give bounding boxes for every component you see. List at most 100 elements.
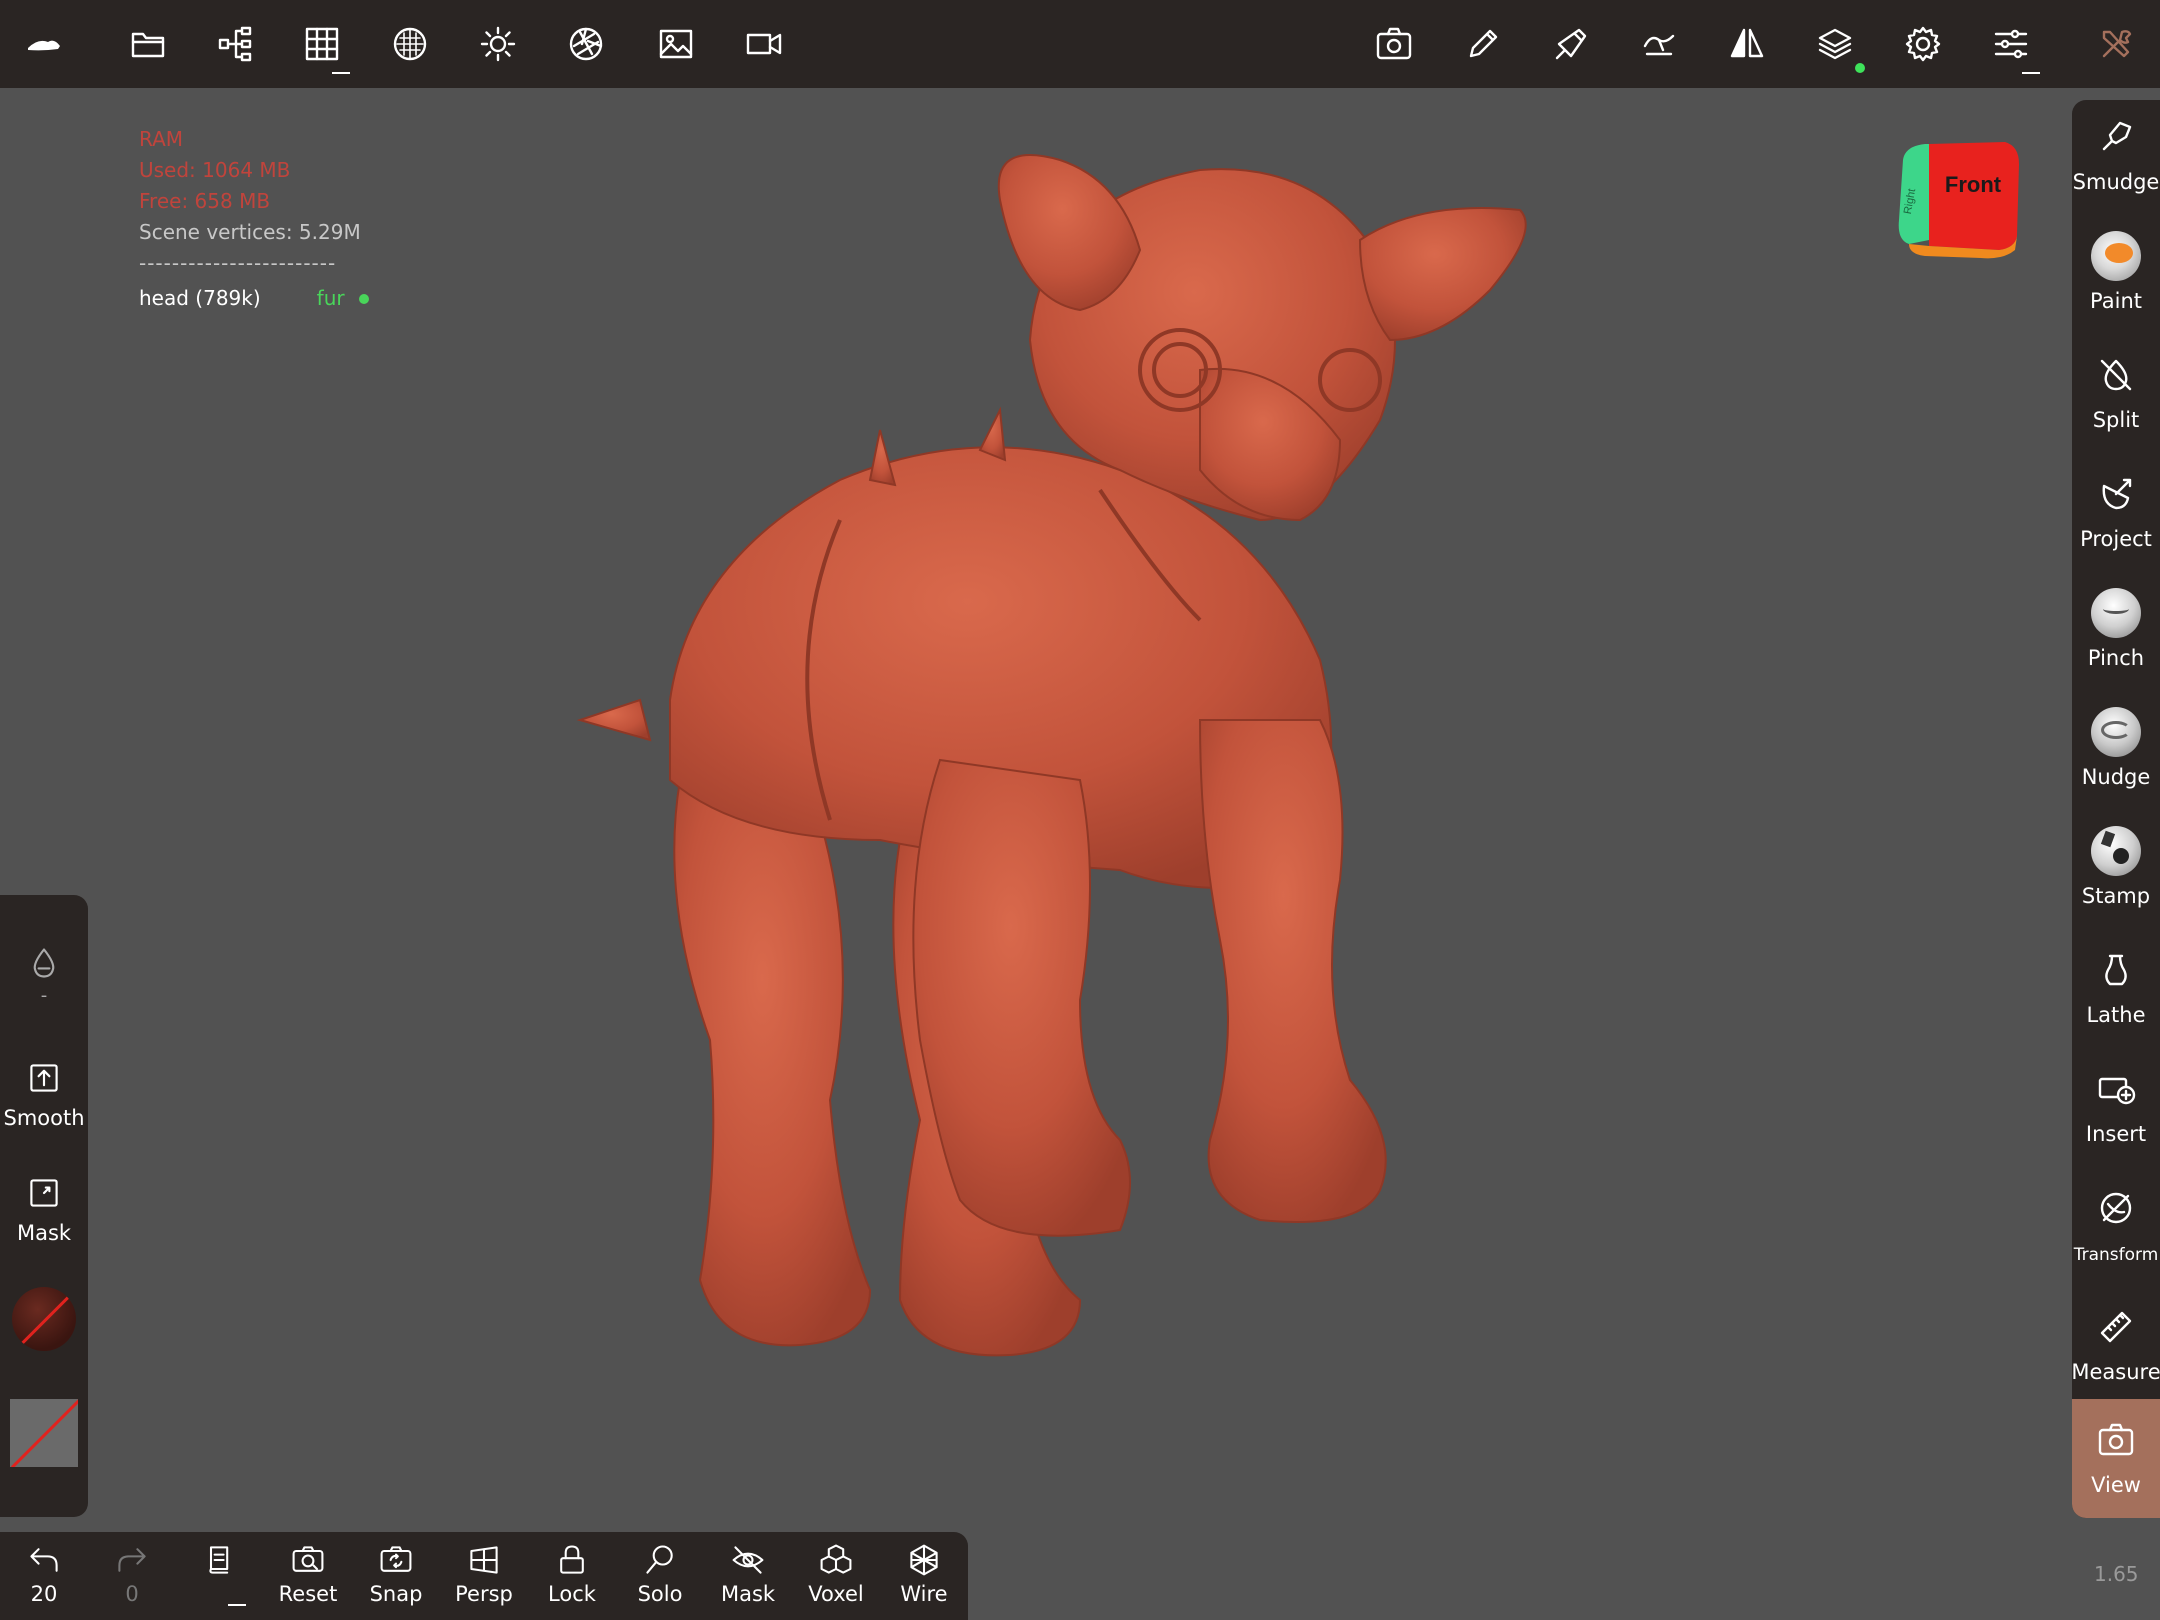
- app-logo-icon[interactable]: [20, 20, 68, 68]
- sphere-icon[interactable]: [386, 20, 434, 68]
- mask-icon: [30, 1179, 58, 1207]
- material-swatch[interactable]: [12, 1287, 76, 1351]
- tool-label: Transform: [2073, 1245, 2159, 1265]
- lock-button[interactable]: Lock: [532, 1542, 612, 1614]
- sculpt-model[interactable]: [560, 140, 1610, 1470]
- view-cube-front-label: Front: [1945, 172, 2002, 197]
- top-toolbar: [0, 0, 2160, 88]
- redo-icon: [118, 1548, 146, 1572]
- tool-project[interactable]: Project: [2072, 457, 2160, 576]
- redo-button[interactable]: 0: [92, 1542, 172, 1614]
- smooth-button[interactable]: Smooth: [0, 1060, 88, 1130]
- tool-view[interactable]: View: [2072, 1399, 2160, 1518]
- perspective-icon: [470, 1546, 498, 1574]
- brush-intensity-control[interactable]: -: [0, 945, 88, 1006]
- undo-button[interactable]: 20: [4, 1542, 84, 1614]
- camera-icon[interactable]: [1370, 20, 1418, 68]
- ram-used: Used: 1064 MB: [139, 158, 291, 182]
- smooth-label: Smooth: [3, 1106, 85, 1130]
- tool-lathe[interactable]: Lathe: [2072, 933, 2160, 1052]
- swatch-disabled-slash: [14, 1287, 76, 1351]
- alpha-swatch[interactable]: [10, 1399, 78, 1467]
- tool-label: Stamp: [2081, 884, 2151, 908]
- tool-label: Insert: [2085, 1122, 2147, 1146]
- brush-icon[interactable]: [1547, 20, 1595, 68]
- search-icon: [646, 1545, 673, 1574]
- tool-label: Pinch: [2087, 646, 2145, 670]
- voxel-button[interactable]: Voxel: [796, 1542, 876, 1614]
- tool-label: Paint: [2090, 289, 2142, 313]
- sun-icon[interactable]: [474, 20, 522, 68]
- pinch-ball-icon: [2091, 588, 2141, 638]
- wireframe-icon: [910, 1544, 938, 1576]
- tool-paint[interactable]: Paint: [2072, 219, 2160, 338]
- tool-measure[interactable]: Measure: [2071, 1290, 2160, 1409]
- reset-label: Reset: [278, 1582, 338, 1606]
- solo-label: Solo: [637, 1582, 683, 1606]
- image-icon[interactable]: [652, 20, 700, 68]
- tools-icon[interactable]: [2092, 20, 2140, 68]
- view-cube[interactable]: Front Right: [1895, 140, 2020, 260]
- eye-off-icon: [732, 1546, 764, 1574]
- settings-icon[interactable]: [1899, 20, 1947, 68]
- book-button[interactable]: [180, 1542, 260, 1614]
- wire-button[interactable]: Wire: [884, 1542, 964, 1614]
- persp-label: Persp: [455, 1582, 513, 1606]
- mask-visibility-label: Mask: [720, 1582, 776, 1606]
- paint-ball-icon: [2091, 231, 2141, 281]
- tool-label: Split: [2092, 408, 2140, 432]
- reset-button[interactable]: Reset: [268, 1542, 348, 1614]
- lathe-icon: [2105, 954, 2127, 986]
- voxel-label: Voxel: [808, 1582, 864, 1606]
- layers-status-dot: [1855, 63, 1865, 73]
- project-icon: [2102, 478, 2132, 510]
- brush-settings-panel: - Smooth Mask: [0, 895, 88, 1517]
- snap-button[interactable]: Snap: [356, 1542, 436, 1614]
- transform-icon: [2100, 1192, 2132, 1224]
- symmetry-icon[interactable]: [1723, 20, 1771, 68]
- tool-transform[interactable]: Transform: [2072, 1171, 2160, 1290]
- folder-icon[interactable]: [124, 20, 172, 68]
- grid-menu-mark: [332, 72, 350, 74]
- mask-visibility-button[interactable]: Mask: [708, 1542, 788, 1614]
- tool-split[interactable]: Split: [2072, 338, 2160, 457]
- zoom-level: 1.65: [2094, 1562, 2139, 1586]
- tool-label: Smudge: [2072, 170, 2160, 194]
- pencil-icon[interactable]: [1459, 20, 1507, 68]
- reset-camera-icon: [292, 1546, 324, 1572]
- bottom-toolbar: 20 0 Reset Snap Persp Lock Solo Mask Vox…: [0, 1532, 968, 1620]
- book-menu-mark: [228, 1604, 246, 1606]
- persp-button[interactable]: Persp: [444, 1542, 524, 1614]
- object-status-dot: [358, 293, 369, 304]
- tool-smudge[interactable]: Smudge: [2072, 100, 2160, 219]
- video-icon[interactable]: [740, 20, 788, 68]
- aperture-icon[interactable]: [562, 20, 610, 68]
- split-icon: [2100, 359, 2132, 391]
- tool-pinch[interactable]: Pinch: [2072, 576, 2160, 695]
- stroke-icon[interactable]: [1635, 20, 1683, 68]
- sliders-icon[interactable]: [1987, 20, 2035, 68]
- tool-label: Measure: [2071, 1360, 2160, 1384]
- tool-insert[interactable]: Insert: [2072, 1052, 2160, 1171]
- tool-label: Nudge: [2081, 765, 2151, 789]
- ram-free: Free: 658 MB: [139, 189, 271, 213]
- object-tag: fur: [316, 286, 345, 310]
- grid-icon[interactable]: [298, 20, 346, 68]
- lock-icon: [560, 1545, 584, 1574]
- scene-tree-icon[interactable]: [212, 20, 260, 68]
- layers-icon[interactable]: [1811, 20, 1859, 68]
- tool-stamp[interactable]: Stamp: [2072, 814, 2160, 933]
- smooth-icon: [30, 1064, 58, 1092]
- object-row[interactable]: head (789k) fur: [139, 283, 369, 314]
- object-name: head (789k): [139, 286, 261, 310]
- tool-nudge[interactable]: Nudge: [2072, 695, 2160, 814]
- mask-button[interactable]: Mask: [0, 1175, 88, 1245]
- tool-label: Lathe: [2086, 1003, 2146, 1027]
- wire-label: Wire: [900, 1582, 948, 1606]
- solo-button[interactable]: Solo: [620, 1542, 700, 1614]
- smudge-icon: [2102, 121, 2132, 151]
- stamp-ball-icon: [2091, 826, 2141, 876]
- undo-icon: [30, 1548, 58, 1572]
- snap-camera-icon: [380, 1546, 412, 1572]
- tool-label: Project: [2080, 527, 2152, 551]
